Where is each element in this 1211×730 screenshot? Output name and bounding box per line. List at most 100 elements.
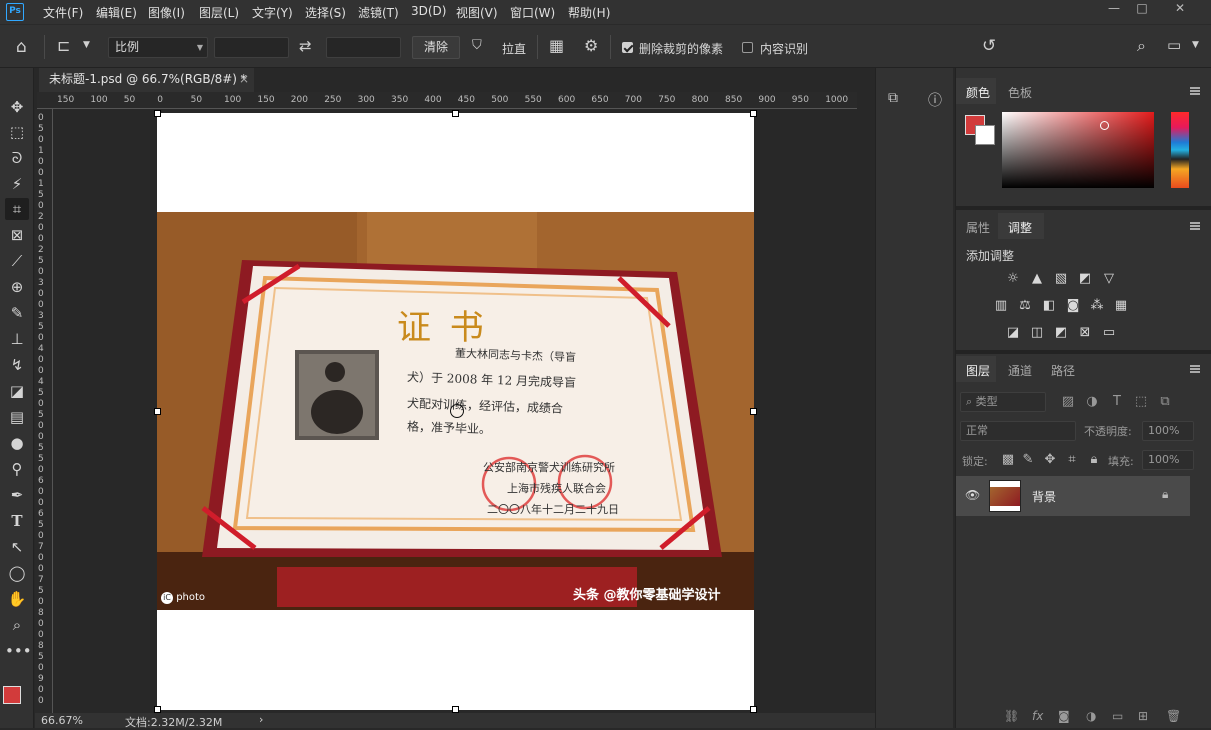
healing-brush-icon[interactable]: ⊕ bbox=[5, 276, 29, 298]
levels-icon[interactable]: ▲ bbox=[1029, 272, 1045, 286]
info-panel-icon[interactable]: ⓘ bbox=[928, 90, 942, 110]
menu-type[interactable]: 文字(Y) bbox=[252, 4, 293, 21]
document-tab[interactable]: 未标题-1.psd @ 66.7%(RGB/8#) * × bbox=[39, 68, 254, 92]
gradient-map-icon[interactable]: ▭ bbox=[1101, 326, 1117, 340]
menu-edit[interactable]: 编辑(E) bbox=[96, 4, 137, 21]
chevron-down-icon[interactable]: ▼ bbox=[83, 40, 90, 50]
tab-adjustments[interactable]: 调整 bbox=[1008, 219, 1032, 236]
hand-tool-icon[interactable]: ✋ bbox=[5, 588, 29, 610]
eraser-icon[interactable]: ◪ bbox=[5, 380, 29, 402]
delete-layer-icon[interactable]: 🗑︎ bbox=[1166, 709, 1181, 723]
link-layers-icon[interactable]: ⛓ bbox=[1004, 709, 1019, 723]
crop-height-input[interactable] bbox=[326, 37, 401, 58]
menu-window[interactable]: 窗口(W) bbox=[510, 4, 555, 21]
reset-icon[interactable]: ↺ bbox=[982, 36, 996, 56]
blend-mode-select[interactable]: 正常 bbox=[960, 421, 1076, 441]
selective-color-icon[interactable]: ⊠ bbox=[1077, 326, 1093, 340]
zoom-tool-icon[interactable]: ⌕ bbox=[5, 614, 29, 636]
lock-transparent-icon[interactable]: ▩ bbox=[1000, 453, 1016, 467]
crop-tool-preset-icon[interactable]: ⊏ bbox=[57, 36, 70, 55]
tab-channels[interactable]: 通道 bbox=[1008, 362, 1032, 379]
history-panel-icon[interactable]: ⧉ bbox=[888, 90, 898, 106]
lock-image-icon[interactable]: ✎ bbox=[1020, 453, 1036, 467]
layer-kind-filter[interactable]: ⌕ 类型 bbox=[960, 392, 1046, 412]
crop-handle-left[interactable] bbox=[154, 408, 161, 415]
tab-paths[interactable]: 路径 bbox=[1051, 362, 1075, 379]
color-balance-icon[interactable]: ⚖ bbox=[1017, 299, 1033, 313]
overlay-grid-icon[interactable]: ▦ bbox=[549, 36, 564, 55]
frame-tool-icon[interactable]: ⊠ bbox=[5, 224, 29, 246]
brightness-icon[interactable]: ☼ bbox=[1005, 272, 1021, 286]
minimize-button[interactable]: — bbox=[1100, 0, 1128, 18]
menu-3d[interactable]: 3D(D) bbox=[411, 4, 446, 18]
brush-tool-icon[interactable]: ✎ bbox=[5, 302, 29, 324]
filter-type-icon[interactable]: T bbox=[1109, 395, 1125, 409]
color-picker-cursor[interactable] bbox=[1100, 121, 1109, 130]
menu-file[interactable]: 文件(F) bbox=[43, 4, 83, 21]
hue-saturation-icon[interactable]: ▥ bbox=[993, 299, 1009, 313]
layer-row-background[interactable]: 👁︎ 背景 🔒︎ bbox=[956, 476, 1190, 516]
gear-icon[interactable]: ⚙ bbox=[584, 36, 598, 55]
lock-all-icon[interactable]: 🔒︎ bbox=[1086, 453, 1102, 467]
posterize-icon[interactable]: ◫ bbox=[1029, 326, 1045, 340]
crop-handle-right[interactable] bbox=[750, 408, 757, 415]
clear-button[interactable]: 清除 bbox=[412, 36, 460, 59]
path-select-icon[interactable]: ↖ bbox=[5, 536, 29, 558]
color-field[interactable] bbox=[1002, 112, 1154, 188]
tab-color[interactable]: 颜色 bbox=[966, 84, 990, 101]
add-mask-icon[interactable]: ◙ bbox=[1058, 709, 1070, 723]
move-tool-icon[interactable]: ✥ bbox=[5, 96, 29, 118]
filter-shape-icon[interactable]: ⬚ bbox=[1133, 395, 1149, 409]
filter-smart-object-icon[interactable]: ⧉ bbox=[1157, 395, 1173, 409]
type-tool-icon[interactable]: T bbox=[5, 510, 29, 532]
close-window-button[interactable]: ✕ bbox=[1166, 0, 1194, 18]
lock-position-icon[interactable]: ✥ bbox=[1042, 453, 1058, 467]
lock-artboard-icon[interactable]: ⌗ bbox=[1064, 453, 1080, 467]
crop-handle-tr[interactable] bbox=[750, 110, 757, 117]
blur-tool-icon[interactable]: ● bbox=[5, 432, 29, 454]
crop-handle-tl[interactable] bbox=[154, 110, 161, 117]
visibility-eye-icon[interactable]: 👁︎ bbox=[965, 488, 980, 502]
workspace-icon[interactable]: ▭ bbox=[1167, 36, 1181, 54]
menu-view[interactable]: 视图(V) bbox=[456, 4, 498, 21]
menu-help[interactable]: 帮助(H) bbox=[568, 4, 610, 21]
more-tools-icon[interactable]: ••• bbox=[5, 640, 32, 662]
crop-handle-bl[interactable] bbox=[154, 706, 161, 713]
exposure-icon[interactable]: ◩ bbox=[1077, 272, 1093, 286]
straighten-icon[interactable]: ⛉ bbox=[472, 38, 482, 53]
layer-name[interactable]: 背景 bbox=[1032, 488, 1056, 505]
tab-layers[interactable]: 图层 bbox=[966, 362, 990, 379]
channel-mixer-icon[interactable]: ⁂ bbox=[1089, 299, 1105, 313]
crop-handle-br[interactable] bbox=[750, 706, 757, 713]
panel-menu-icon[interactable] bbox=[1190, 365, 1200, 373]
dodge-tool-icon[interactable]: ⚲ bbox=[5, 458, 29, 480]
panel-menu-icon[interactable] bbox=[1190, 87, 1200, 95]
swap-dimensions-icon[interactable]: ⇄ bbox=[299, 37, 312, 55]
lasso-tool-icon[interactable]: ᘐ bbox=[5, 147, 29, 169]
maximize-button[interactable]: □ bbox=[1128, 0, 1156, 18]
magic-wand-icon[interactable]: ⚡ bbox=[5, 173, 29, 195]
filter-adjustment-icon[interactable]: ◑ bbox=[1084, 395, 1100, 409]
document-canvas[interactable]: 证 书 董大林同志与卡杰（导盲 犬）于 2008 年 12 月完成导盲 犬配对训… bbox=[154, 110, 757, 713]
tab-swatches[interactable]: 色板 bbox=[1008, 84, 1032, 101]
delete-cropped-checkbox[interactable] bbox=[622, 42, 633, 53]
menu-filter[interactable]: 滤镜(T) bbox=[358, 4, 399, 21]
filter-pixel-icon[interactable]: ▨ bbox=[1060, 395, 1076, 409]
history-brush-icon[interactable]: ↯ bbox=[5, 354, 29, 376]
fill-input[interactable]: 100% bbox=[1142, 450, 1194, 470]
vibrance-icon[interactable]: ▽ bbox=[1101, 272, 1117, 286]
search-icon[interactable]: ⌕ bbox=[1137, 36, 1146, 56]
eyedropper-icon[interactable]: ⟋ bbox=[5, 250, 29, 272]
ellipse-tool-icon[interactable]: ◯ bbox=[5, 562, 29, 584]
color-lookup-icon[interactable]: ▦ bbox=[1113, 299, 1129, 313]
crop-handle-bottom[interactable] bbox=[452, 706, 459, 713]
close-tab-icon[interactable]: × bbox=[239, 68, 249, 90]
fx-icon[interactable]: fx bbox=[1032, 709, 1043, 723]
invert-icon[interactable]: ◪ bbox=[1005, 326, 1021, 340]
content-aware-checkbox[interactable] bbox=[742, 42, 753, 53]
threshold-icon[interactable]: ◩ bbox=[1053, 326, 1069, 340]
pen-tool-icon[interactable]: ✒ bbox=[5, 484, 29, 506]
new-adjustment-layer-icon[interactable]: ◑ bbox=[1086, 709, 1096, 723]
zoom-level[interactable]: 66.67% bbox=[41, 714, 83, 727]
crop-tool-icon[interactable]: ⌗ bbox=[5, 198, 29, 220]
